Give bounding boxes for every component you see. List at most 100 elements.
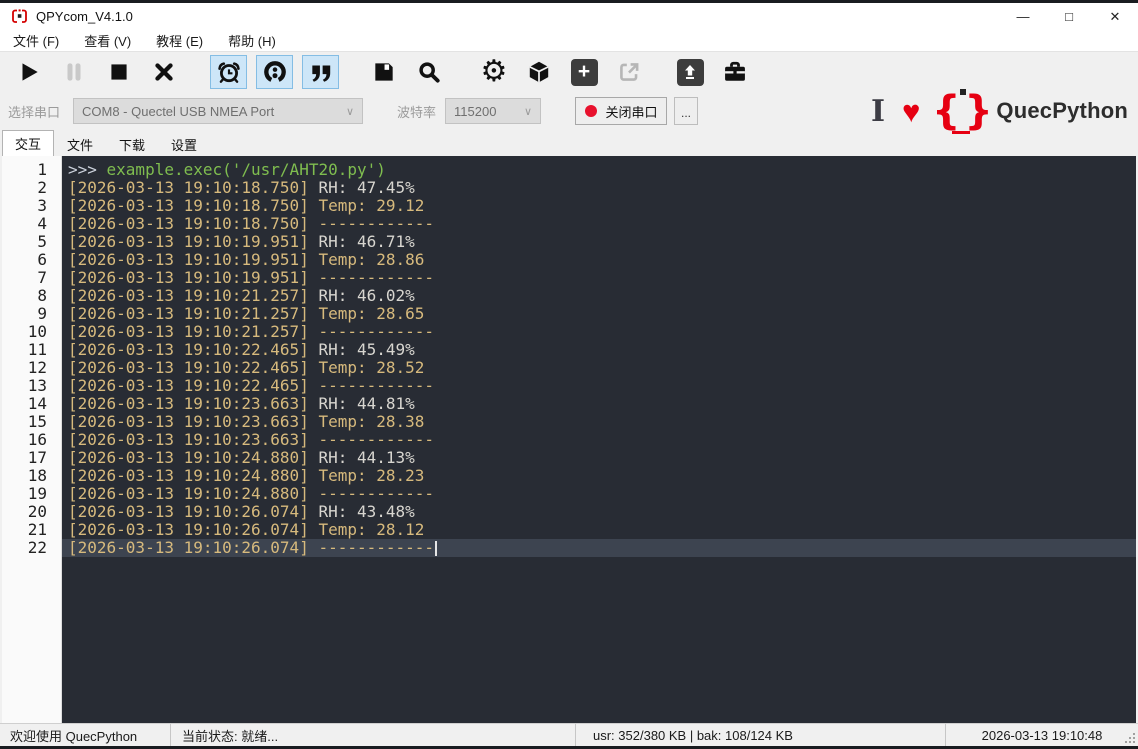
terminal-line: [2026-03-13 19:10:21.257] Temp: 28.65 [68, 304, 425, 323]
line-number: 20 [27, 502, 47, 521]
line-number: 17 [27, 448, 47, 467]
open-ring-8-icon [263, 61, 286, 82]
line-number-gutter: 1 2 3 4 5 6 7 8 9 10 11 12 13 14 15 16 17 18 19 20 21 22 [2, 156, 62, 723]
serial-bar: 选择串口 COM8 - Quectel USB NMEA Port ∨ 波特率 … [0, 89, 1138, 134]
line-number: 11 [27, 340, 47, 359]
menu-bar: 文件 (F) 查看 (V) 教程 (E) 帮助 (H) [0, 30, 1138, 52]
settings-button[interactable]: ⚙ [477, 56, 511, 88]
terminal-line: [2026-03-13 19:10:26.074] Temp: 28.12 [68, 520, 425, 539]
terminal-line: [2026-03-13 19:10:19.951] RH: 46.71% [68, 232, 415, 251]
status-welcome: 欢迎使用 QuecPython [10, 728, 138, 744]
terminal-line: [2026-03-13 19:10:18.750] ------------ [68, 214, 435, 233]
stop-button[interactable] [102, 56, 136, 88]
quecpython-app-icon [12, 9, 27, 23]
terminal-line: [2026-03-13 19:10:22.465] Temp: 28.52 [68, 358, 425, 377]
toolbox-button[interactable] [718, 56, 752, 88]
terminal-line: [2026-03-13 19:10:26.074] ------------ [62, 539, 1136, 557]
terminal-line: [2026-03-13 19:10:24.880] RH: 44.13% [68, 448, 415, 467]
close-button[interactable] [147, 56, 181, 88]
baud-select[interactable]: 115200 ∨ [445, 98, 542, 124]
record-toggle-button[interactable] [256, 55, 293, 89]
port-select-value: COM8 - Quectel USB NMEA Port [82, 103, 275, 119]
resize-grip[interactable] [1125, 733, 1135, 743]
maximize-button[interactable]: □ [1046, 3, 1092, 30]
chevron-down-icon: ∨ [345, 105, 355, 118]
tab-file[interactable]: 文件 [54, 133, 107, 156]
close-window-button[interactable]: ✕ [1092, 3, 1138, 30]
upload-button[interactable] [673, 56, 707, 88]
terminal-panel: 1 2 3 4 5 6 7 8 9 10 11 12 13 14 15 16 17 18 19 20 21 22 >>> … [0, 156, 1138, 723]
terminal-line: [2026-03-13 19:10:19.951] Temp: 28.86 [68, 250, 425, 269]
toolbar: ⚙ + [0, 52, 1138, 92]
floppy-icon [375, 63, 393, 81]
line-number: 12 [27, 358, 47, 377]
pause-icon [67, 63, 81, 81]
play-icon [22, 63, 38, 81]
line-number: 2 [37, 178, 47, 197]
port-label: 选择串口 [8, 104, 61, 120]
window-controls: — □ ✕ [1000, 3, 1138, 30]
port-select[interactable]: COM8 - Quectel USB NMEA Port ∨ [73, 98, 364, 124]
timestamp-toggle-button[interactable] [210, 55, 247, 89]
plus-icon: + [570, 58, 598, 86]
baud-select-value: 115200 [454, 103, 497, 119]
more-options-button[interactable]: ... [674, 97, 699, 125]
save-button[interactable] [367, 56, 401, 88]
line-number: 3 [37, 196, 47, 215]
terminal-line: [2026-03-13 19:10:21.257] ------------ [68, 322, 435, 341]
minimize-button[interactable]: — [1000, 3, 1046, 30]
gear-icon: ⚙ [480, 54, 508, 89]
terminal-line: [2026-03-13 19:10:24.880] ------------ [68, 484, 435, 503]
export-button[interactable] [612, 56, 646, 88]
chevron-down-icon: ∨ [523, 105, 533, 118]
upload-arrow-icon [685, 65, 695, 79]
line-number: 14 [27, 394, 47, 413]
tab-interact[interactable]: 交互 [2, 130, 55, 156]
menu-file[interactable]: 文件 (F) [4, 29, 68, 52]
status-storage: usr: 352/380 KB | bak: 108/124 KB [575, 724, 945, 746]
line-number: 10 [27, 322, 47, 341]
terminal-line: [2026-03-13 19:10:22.465] ------------ [68, 376, 435, 395]
terminal-line: [2026-03-13 19:10:23.663] RH: 44.81% [68, 394, 415, 413]
line-number: 4 [37, 214, 47, 233]
text-cursor [435, 541, 438, 556]
terminal-line: >>> example.exec('/usr/AHT20.py') [68, 160, 386, 179]
app-window: QPYcom_V4.1.0 — □ ✕ 文件 (F) 查看 (V) 教程 (E) 帮助… [0, 0, 1138, 749]
package-button[interactable] [522, 56, 556, 88]
line-number: 21 [27, 520, 47, 539]
magnifier-icon [419, 62, 440, 83]
terminal-line: [2026-03-13 19:10:23.663] ------------ [68, 430, 435, 449]
terminal-line: [2026-03-13 19:10:18.750] Temp: 29.12 [68, 196, 425, 215]
add-button[interactable]: + [567, 56, 601, 88]
terminal-line: [2026-03-13 19:10:19.951] ------------ [68, 268, 435, 287]
window-title: QPYcom_V4.1.0 [36, 9, 133, 24]
cube-icon [529, 61, 549, 83]
line-number: 18 [27, 466, 47, 485]
tab-download[interactable]: 下载 [106, 133, 159, 156]
terminal-line: [2026-03-13 19:10:23.663] Temp: 28.38 [68, 412, 425, 431]
line-number: 6 [37, 250, 47, 269]
status-datetime: 2026-03-13 19:10:48 [945, 724, 1138, 746]
run-button[interactable] [12, 56, 46, 88]
line-number: 22 [27, 538, 47, 557]
toolbox-icon [725, 61, 745, 81]
menu-view[interactable]: 查看 (V) [75, 29, 140, 52]
quote-toggle-button[interactable] [302, 55, 339, 89]
line-number: 9 [37, 304, 47, 323]
terminal-line: [2026-03-13 19:10:22.465] RH: 45.49% [68, 340, 415, 359]
share-arrow-icon [620, 63, 639, 81]
line-number: 7 [37, 268, 47, 287]
close-port-button[interactable]: 关闭串口 [575, 97, 668, 125]
brand-name: QuecPython [996, 98, 1128, 123]
port-open-status-dot [584, 105, 597, 117]
pause-button[interactable] [57, 56, 91, 88]
search-button[interactable] [412, 56, 446, 88]
close-port-label: 关闭串口 [605, 104, 658, 120]
menu-tutorial[interactable]: 教程 (E) [147, 29, 212, 52]
menu-help[interactable]: 帮助 (H) [219, 29, 285, 52]
line-number: 1 [37, 160, 47, 179]
console-output[interactable]: >>> example.exec('/usr/AHT20.py') [2026-0… [62, 156, 1136, 723]
tab-settings[interactable]: 设置 [158, 133, 211, 156]
terminal-line: [2026-03-13 19:10:21.257] RH: 46.02% [68, 286, 415, 305]
i-beam-text: I [870, 93, 886, 129]
